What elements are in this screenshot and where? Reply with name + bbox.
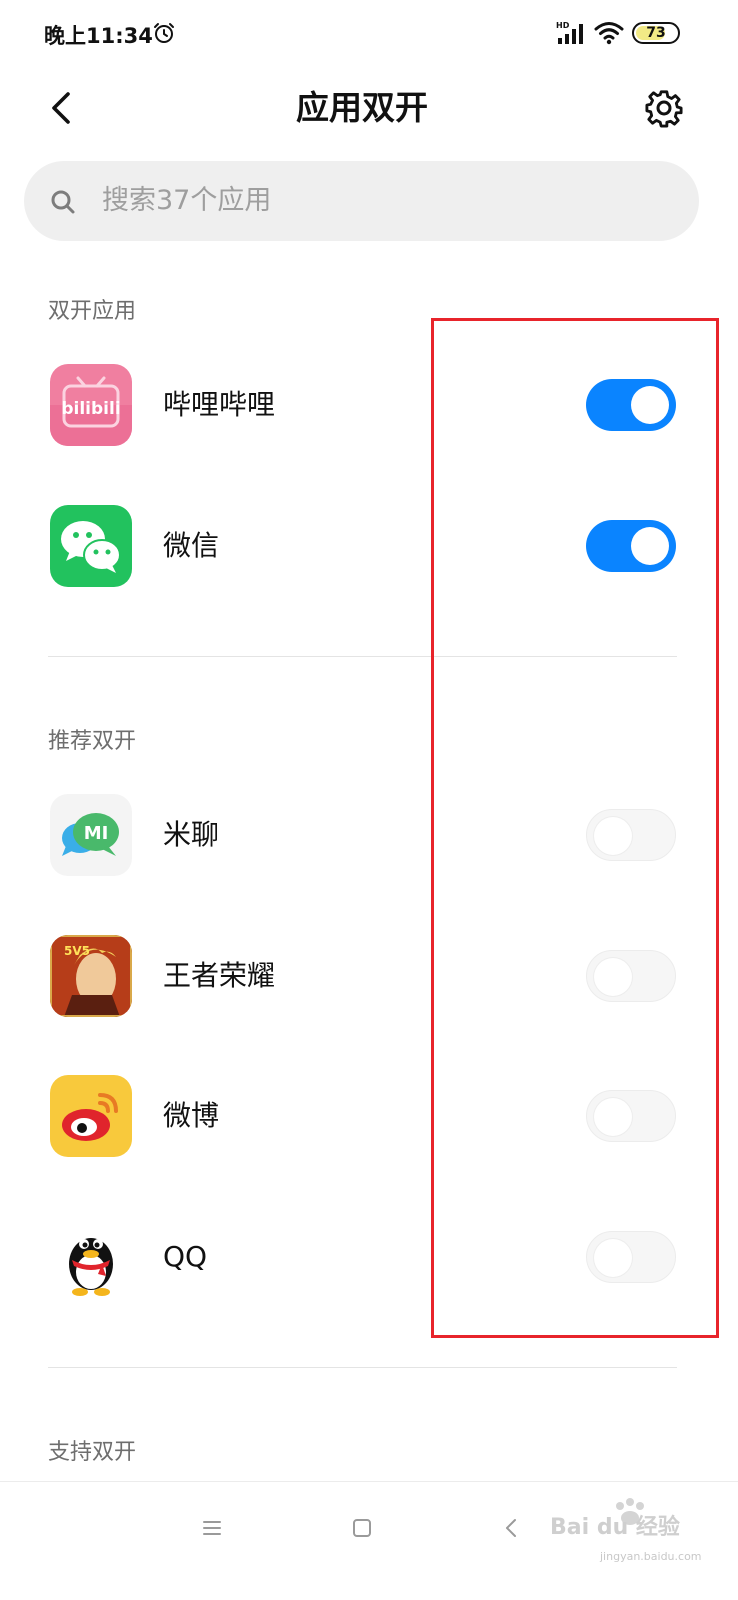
home-button[interactable]	[346, 1512, 378, 1544]
watermark-brand: Bai du 经验	[550, 1514, 680, 1540]
battery-indicator: 73	[632, 22, 680, 44]
bilibili-icon: bilibili	[50, 364, 132, 446]
dual-app-toggle-wechat[interactable]	[586, 520, 676, 572]
section-title-dual-apps: 双开应用	[48, 299, 137, 324]
dual-app-toggle-miliao[interactable]	[586, 809, 676, 861]
search-placeholder: 搜索37个应用	[102, 185, 272, 216]
dual-app-toggle-bilibili[interactable]	[586, 379, 676, 431]
app-name: 王者荣耀	[163, 959, 276, 992]
app-row-honor-of-kings: 5V5 王者荣耀	[0, 926, 724, 1026]
app-row-bilibili: bilibili 哔哩哔哩	[0, 355, 724, 455]
toggle-knob	[631, 386, 669, 424]
alarm-clock-icon	[154, 23, 174, 43]
qq-icon	[50, 1216, 132, 1298]
app-row-wechat: 微信	[0, 496, 724, 596]
toggle-knob	[594, 817, 632, 855]
toggle-knob	[631, 527, 669, 565]
dual-app-toggle-qq[interactable]	[586, 1231, 676, 1283]
wifi-icon	[594, 22, 624, 45]
nav-back-button[interactable]	[496, 1512, 528, 1544]
honor-of-kings-icon: 5V5	[50, 935, 132, 1017]
section-title-recommended: 推荐双开	[48, 729, 137, 754]
miliao-logo-text: MI	[84, 823, 109, 844]
baidu-watermark-logo: Bai du 经验	[550, 1498, 680, 1540]
toggle-knob	[594, 1098, 632, 1136]
recent-apps-button[interactable]	[196, 1512, 228, 1544]
app-name: QQ	[163, 1240, 208, 1273]
miliao-icon: MI	[50, 794, 132, 876]
app-row-weibo: 微博	[0, 1066, 724, 1166]
divider	[48, 656, 677, 657]
weibo-icon	[50, 1075, 132, 1157]
signal-icon: HD	[556, 21, 583, 44]
section-title-supported: 支持双开	[48, 1440, 137, 1465]
dual-app-toggle-weibo[interactable]	[586, 1090, 676, 1142]
toggle-knob	[594, 1239, 632, 1277]
app-row-qq: QQ	[0, 1207, 724, 1307]
toggle-knob	[594, 958, 632, 996]
search-bar[interactable]: 搜索37个应用	[24, 161, 699, 241]
wechat-icon	[50, 505, 132, 587]
settings-gear-icon[interactable]	[642, 86, 686, 130]
bilibili-logo-text: bilibili	[61, 399, 120, 419]
app-row-miliao: MI 米聊	[0, 785, 724, 885]
watermark-url: jingyan.baidu.com	[600, 1550, 702, 1563]
status-time: 晚上11:34	[44, 24, 153, 48]
page-title: 应用双开	[296, 88, 428, 127]
honor-of-kings-logo-text: 5V5	[64, 944, 90, 958]
battery-level: 73	[646, 25, 666, 41]
app-name: 哔哩哔哩	[163, 388, 276, 421]
search-icon	[51, 190, 75, 214]
app-name: 微博	[163, 1099, 220, 1132]
app-name: 米聊	[163, 818, 220, 851]
app-name: 微信	[163, 529, 220, 562]
navigation-bar: Bai du 经验 jingyan.baidu.com	[0, 1481, 738, 1600]
signal-hd-label: HD	[556, 21, 570, 30]
divider	[48, 1367, 677, 1368]
dual-app-toggle-honor-of-kings[interactable]	[586, 950, 676, 1002]
status-bar: 晚上11:34 HD 73	[0, 0, 738, 68]
